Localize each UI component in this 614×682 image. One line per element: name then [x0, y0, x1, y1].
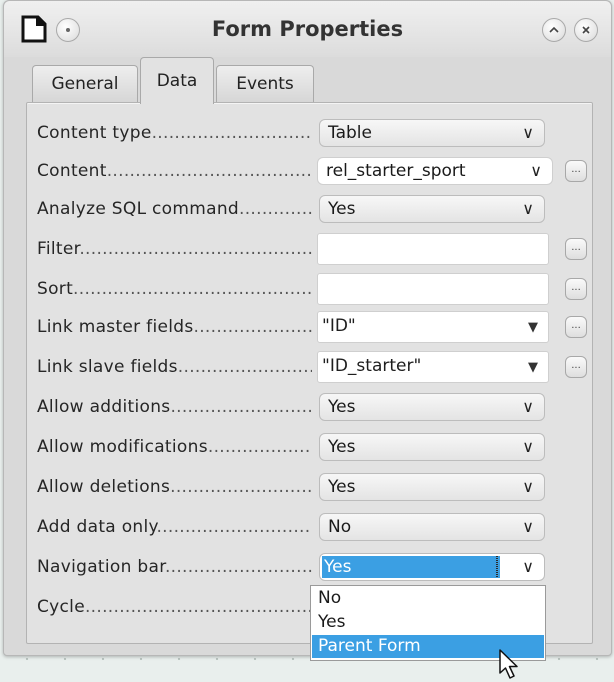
property-row-navigation-bar: Navigation bar Yes ∨ [27, 549, 592, 585]
triangle-down-icon[interactable]: ▼ [520, 354, 546, 380]
select-value: Table [328, 123, 372, 143]
property-label: Content type [37, 115, 312, 151]
window-title: Form Properties [211, 17, 404, 41]
chevron-down-icon: ∨ [522, 557, 534, 576]
select-value: Yes [328, 477, 356, 497]
navigation-bar-select[interactable]: Yes ∨ [319, 553, 545, 581]
content-select[interactable]: rel_starter_sport ∨ [317, 157, 553, 185]
select-value: Yes [322, 556, 500, 578]
property-label: Link master fields [37, 309, 312, 345]
chevron-down-icon: ∨ [522, 397, 534, 416]
close-icon[interactable] [574, 18, 598, 42]
chevron-down-icon: ∨ [522, 437, 534, 456]
property-label: Allow modifications [37, 429, 312, 465]
allow-additions-select[interactable]: Yes ∨ [319, 393, 545, 421]
select-value: Yes [328, 199, 356, 219]
link-slave-fields-field[interactable]: "ID_starter" ▼ [317, 351, 549, 383]
property-row-add-data-only: Add data only No ∨ [27, 509, 592, 545]
allow-modifications-select[interactable]: Yes ∨ [319, 433, 545, 461]
field-value: "ID" [322, 316, 356, 336]
tab-events[interactable]: Events [216, 65, 314, 102]
data-tab-panel: Content type Table ∨ Content rel_starter… [26, 102, 593, 644]
sort-ellipsis-button[interactable]: ... [565, 278, 587, 300]
triangle-down-icon[interactable]: ▼ [520, 314, 546, 340]
property-label: Navigation bar [37, 549, 312, 585]
property-row-content-type: Content type Table ∨ [27, 115, 592, 151]
mouse-pointer-icon [499, 649, 518, 679]
chevron-down-icon: ∨ [522, 199, 534, 218]
property-label: Allow additions [37, 389, 312, 425]
property-row-allow-modifications: Allow modifications Yes ∨ [27, 429, 592, 465]
select-value: Yes [328, 437, 356, 457]
property-label: Link slave fields [37, 349, 312, 385]
link-master-ellipsis-button[interactable]: ... [565, 316, 587, 338]
sort-field[interactable] [317, 273, 549, 305]
dropdown-option-no[interactable]: No [312, 587, 544, 610]
property-row-allow-additions: Allow additions Yes ∨ [27, 389, 592, 425]
property-row-analyze-sql: Analyze SQL command Yes ∨ [27, 191, 592, 227]
select-value: No [328, 517, 352, 537]
focus-divider [496, 556, 498, 578]
chevron-down-icon: ∨ [522, 477, 534, 496]
form-properties-dialog: Form Properties General Data Events Cont… [3, 0, 612, 656]
property-row-filter: Filter ... [27, 231, 592, 267]
filter-field[interactable] [317, 233, 549, 265]
chevron-up-icon[interactable] [542, 18, 566, 42]
select-value: Yes [328, 397, 356, 417]
content-type-select[interactable]: Table ∨ [319, 119, 545, 147]
content-ellipsis-button[interactable]: ... [565, 160, 587, 182]
title-bar[interactable]: Form Properties [4, 1, 611, 57]
tab-general[interactable]: General [32, 65, 138, 102]
allow-deletions-select[interactable]: Yes ∨ [319, 473, 545, 501]
link-master-fields-field[interactable]: "ID" ▼ [317, 311, 549, 343]
property-row-link-slave: Link slave fields "ID_starter" ▼ ... [27, 349, 592, 385]
chevron-down-icon: ∨ [522, 123, 534, 142]
property-label: Filter [37, 231, 312, 267]
add-data-only-select[interactable]: No ∨ [319, 513, 545, 541]
tab-data[interactable]: Data [140, 57, 214, 104]
property-label: Add data only [37, 509, 312, 545]
property-label: Content [37, 153, 312, 189]
link-slave-ellipsis-button[interactable]: ... [565, 356, 587, 378]
analyze-sql-select[interactable]: Yes ∨ [319, 195, 545, 223]
property-row-link-master: Link master fields "ID" ▼ ... [27, 309, 592, 345]
chevron-down-icon: ∨ [530, 161, 542, 180]
property-label: Analyze SQL command [37, 191, 312, 227]
property-row-content: Content rel_starter_sport ∨ ... [27, 153, 592, 189]
select-value: rel_starter_sport [326, 161, 466, 181]
filter-ellipsis-button[interactable]: ... [565, 238, 587, 260]
dropdown-option-yes[interactable]: Yes [312, 611, 544, 634]
property-label: Cycle [37, 589, 312, 625]
property-row-allow-deletions: Allow deletions Yes ∨ [27, 469, 592, 505]
chevron-down-icon: ∨ [522, 517, 534, 536]
property-label: Sort [37, 271, 312, 307]
field-value: "ID_starter" [322, 356, 422, 376]
property-row-sort: Sort ... [27, 271, 592, 307]
property-label: Allow deletions [37, 469, 312, 505]
